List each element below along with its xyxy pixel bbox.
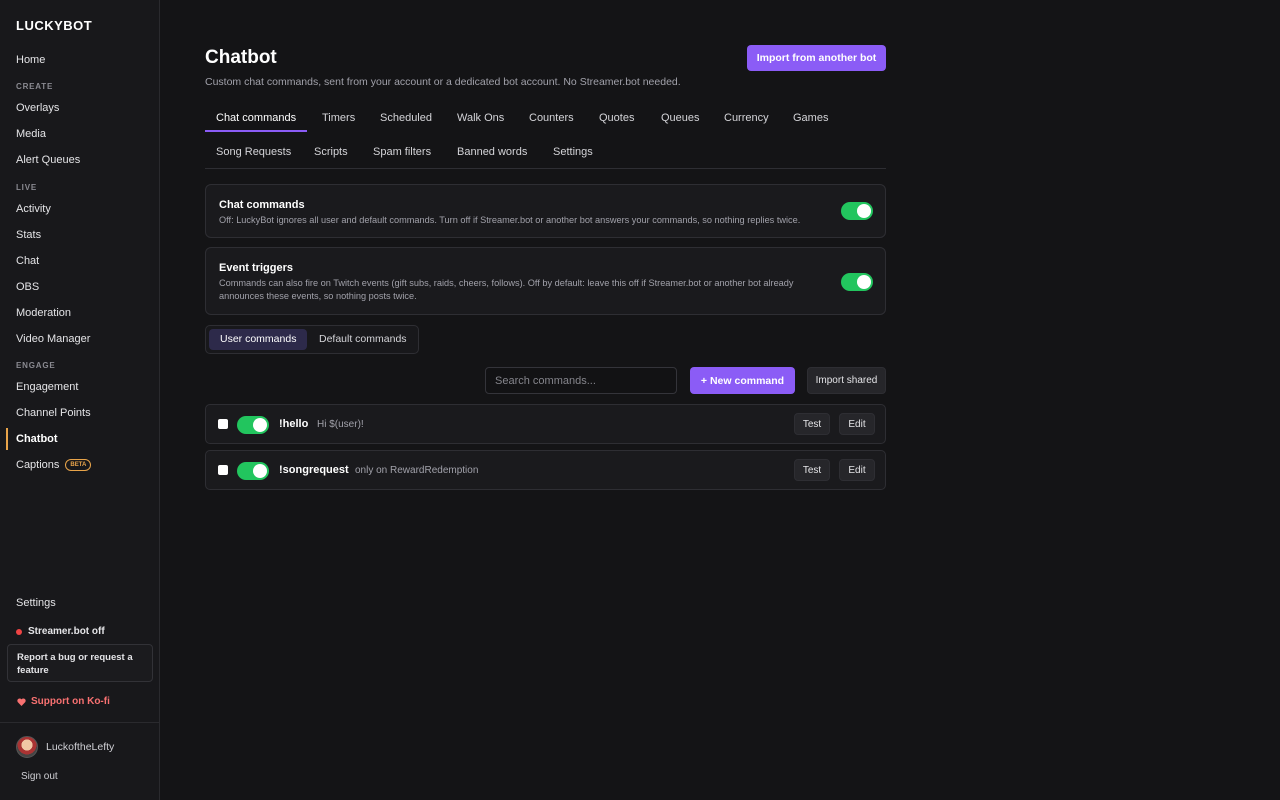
- tab-timers[interactable]: Timers: [311, 104, 366, 132]
- tab-quotes[interactable]: Quotes: [588, 104, 645, 132]
- tab-settings[interactable]: Settings: [542, 138, 604, 166]
- command-name: !songrequest: [279, 464, 349, 476]
- tab-queues[interactable]: Queues: [650, 104, 711, 132]
- tab-scheduled[interactable]: Scheduled: [369, 104, 443, 132]
- heart-icon: [17, 697, 26, 706]
- sidebar-item-captions-label: Captions: [16, 459, 60, 471]
- chat-commands-card: Chat commands Off: LuckyBot ignores all …: [205, 184, 886, 238]
- chat-commands-title: Chat commands: [219, 199, 305, 211]
- search-input[interactable]: [485, 367, 677, 394]
- command-response: only on RewardRedemption: [355, 465, 479, 476]
- section-label-engage: ENGAGE: [16, 361, 56, 370]
- default-commands-tab[interactable]: Default commands: [308, 329, 418, 350]
- tab-counters[interactable]: Counters: [518, 104, 585, 132]
- sidebar-item-alert-queues[interactable]: Alert Queues: [6, 149, 156, 171]
- tab-chat-commands[interactable]: Chat commands: [205, 104, 308, 132]
- page-title: Chatbot: [205, 47, 277, 68]
- tab-banned-words[interactable]: Banned words: [446, 138, 538, 166]
- section-label-create: CREATE: [16, 82, 54, 91]
- sidebar-divider: [0, 722, 160, 723]
- tab-song-requests[interactable]: Song Requests: [205, 138, 302, 166]
- streamerbot-status: Streamer.bot off: [16, 626, 105, 637]
- new-command-button[interactable]: + New command: [690, 367, 795, 394]
- command-enabled-toggle[interactable]: [237, 416, 269, 434]
- status-dot-icon: [16, 628, 22, 635]
- select-checkbox[interactable]: [218, 465, 228, 475]
- sidebar-item-home[interactable]: Home: [6, 49, 156, 71]
- event-triggers-title: Event triggers: [219, 262, 293, 274]
- sidebar-item-media[interactable]: Media: [6, 123, 156, 145]
- tab-currency[interactable]: Currency: [713, 104, 780, 132]
- sidebar-item-captions[interactable]: Captions BETA: [6, 454, 156, 476]
- tab-games[interactable]: Games: [782, 104, 839, 132]
- chat-commands-desc: Off: LuckyBot ignores all user and defau…: [219, 215, 801, 225]
- edit-button[interactable]: Edit: [839, 413, 875, 435]
- sidebar-item-chat[interactable]: Chat: [6, 250, 156, 272]
- chat-commands-toggle[interactable]: [841, 202, 873, 220]
- username: LuckoftheLefty: [46, 741, 115, 753]
- user-profile[interactable]: LuckoftheLefty: [16, 736, 114, 758]
- user-commands-tab[interactable]: User commands: [209, 329, 308, 350]
- sidebar-item-chatbot[interactable]: Chatbot: [6, 428, 156, 450]
- sidebar-item-stats[interactable]: Stats: [6, 224, 156, 246]
- tab-walk-ons[interactable]: Walk Ons: [446, 104, 515, 132]
- tabs-divider: [205, 168, 886, 169]
- sidebar-item-channel-points[interactable]: Channel Points: [6, 402, 156, 424]
- table-row: !songrequest only on RewardRedemption Te…: [205, 450, 886, 490]
- sidebar-item-obs[interactable]: OBS: [6, 276, 156, 298]
- event-triggers-card: Event triggers Commands can also fire on…: [205, 247, 886, 315]
- sidebar-item-moderation[interactable]: Moderation: [6, 302, 156, 324]
- event-triggers-toggle[interactable]: [841, 273, 873, 291]
- import-from-bot-button[interactable]: Import from another bot: [747, 45, 886, 71]
- kofi-link[interactable]: Support on Ko-fi: [17, 696, 110, 707]
- command-name: !hello: [279, 418, 309, 430]
- command-response: Hi $(user)!: [317, 419, 364, 430]
- avatar: [16, 736, 38, 758]
- kofi-label: Support on Ko-fi: [31, 696, 110, 707]
- streamerbot-status-label: Streamer.bot off: [28, 626, 105, 637]
- command-type-switch: User commands Default commands: [205, 325, 419, 354]
- sidebar-item-settings[interactable]: Settings: [6, 592, 156, 614]
- edit-button[interactable]: Edit: [839, 459, 875, 481]
- brand-logo: LUCKYBOT: [16, 18, 93, 33]
- sidebar-item-activity[interactable]: Activity: [6, 198, 156, 220]
- select-checkbox[interactable]: [218, 419, 228, 429]
- beta-badge: BETA: [65, 459, 92, 472]
- test-button[interactable]: Test: [794, 459, 830, 481]
- page-subtitle: Custom chat commands, sent from your acc…: [205, 76, 681, 88]
- sidebar-item-overlays[interactable]: Overlays: [6, 97, 156, 119]
- sign-out-link[interactable]: Sign out: [21, 771, 58, 782]
- report-bug-button[interactable]: Report a bug or request a feature: [7, 644, 153, 682]
- command-enabled-toggle[interactable]: [237, 462, 269, 480]
- test-button[interactable]: Test: [794, 413, 830, 435]
- import-shared-button[interactable]: Import shared: [807, 367, 886, 394]
- tab-scripts[interactable]: Scripts: [303, 138, 359, 166]
- event-triggers-desc: Commands can also fire on Twitch events …: [219, 278, 794, 301]
- section-label-live: LIVE: [16, 183, 37, 192]
- sidebar: LUCKYBOT Home CREATE Overlays Media Aler…: [0, 0, 160, 800]
- table-row: !hello Hi $(user)! Test Edit: [205, 404, 886, 444]
- tab-spam-filters[interactable]: Spam filters: [362, 138, 442, 166]
- sidebar-item-engagement[interactable]: Engagement: [6, 376, 156, 398]
- sidebar-item-video-manager[interactable]: Video Manager: [6, 328, 156, 350]
